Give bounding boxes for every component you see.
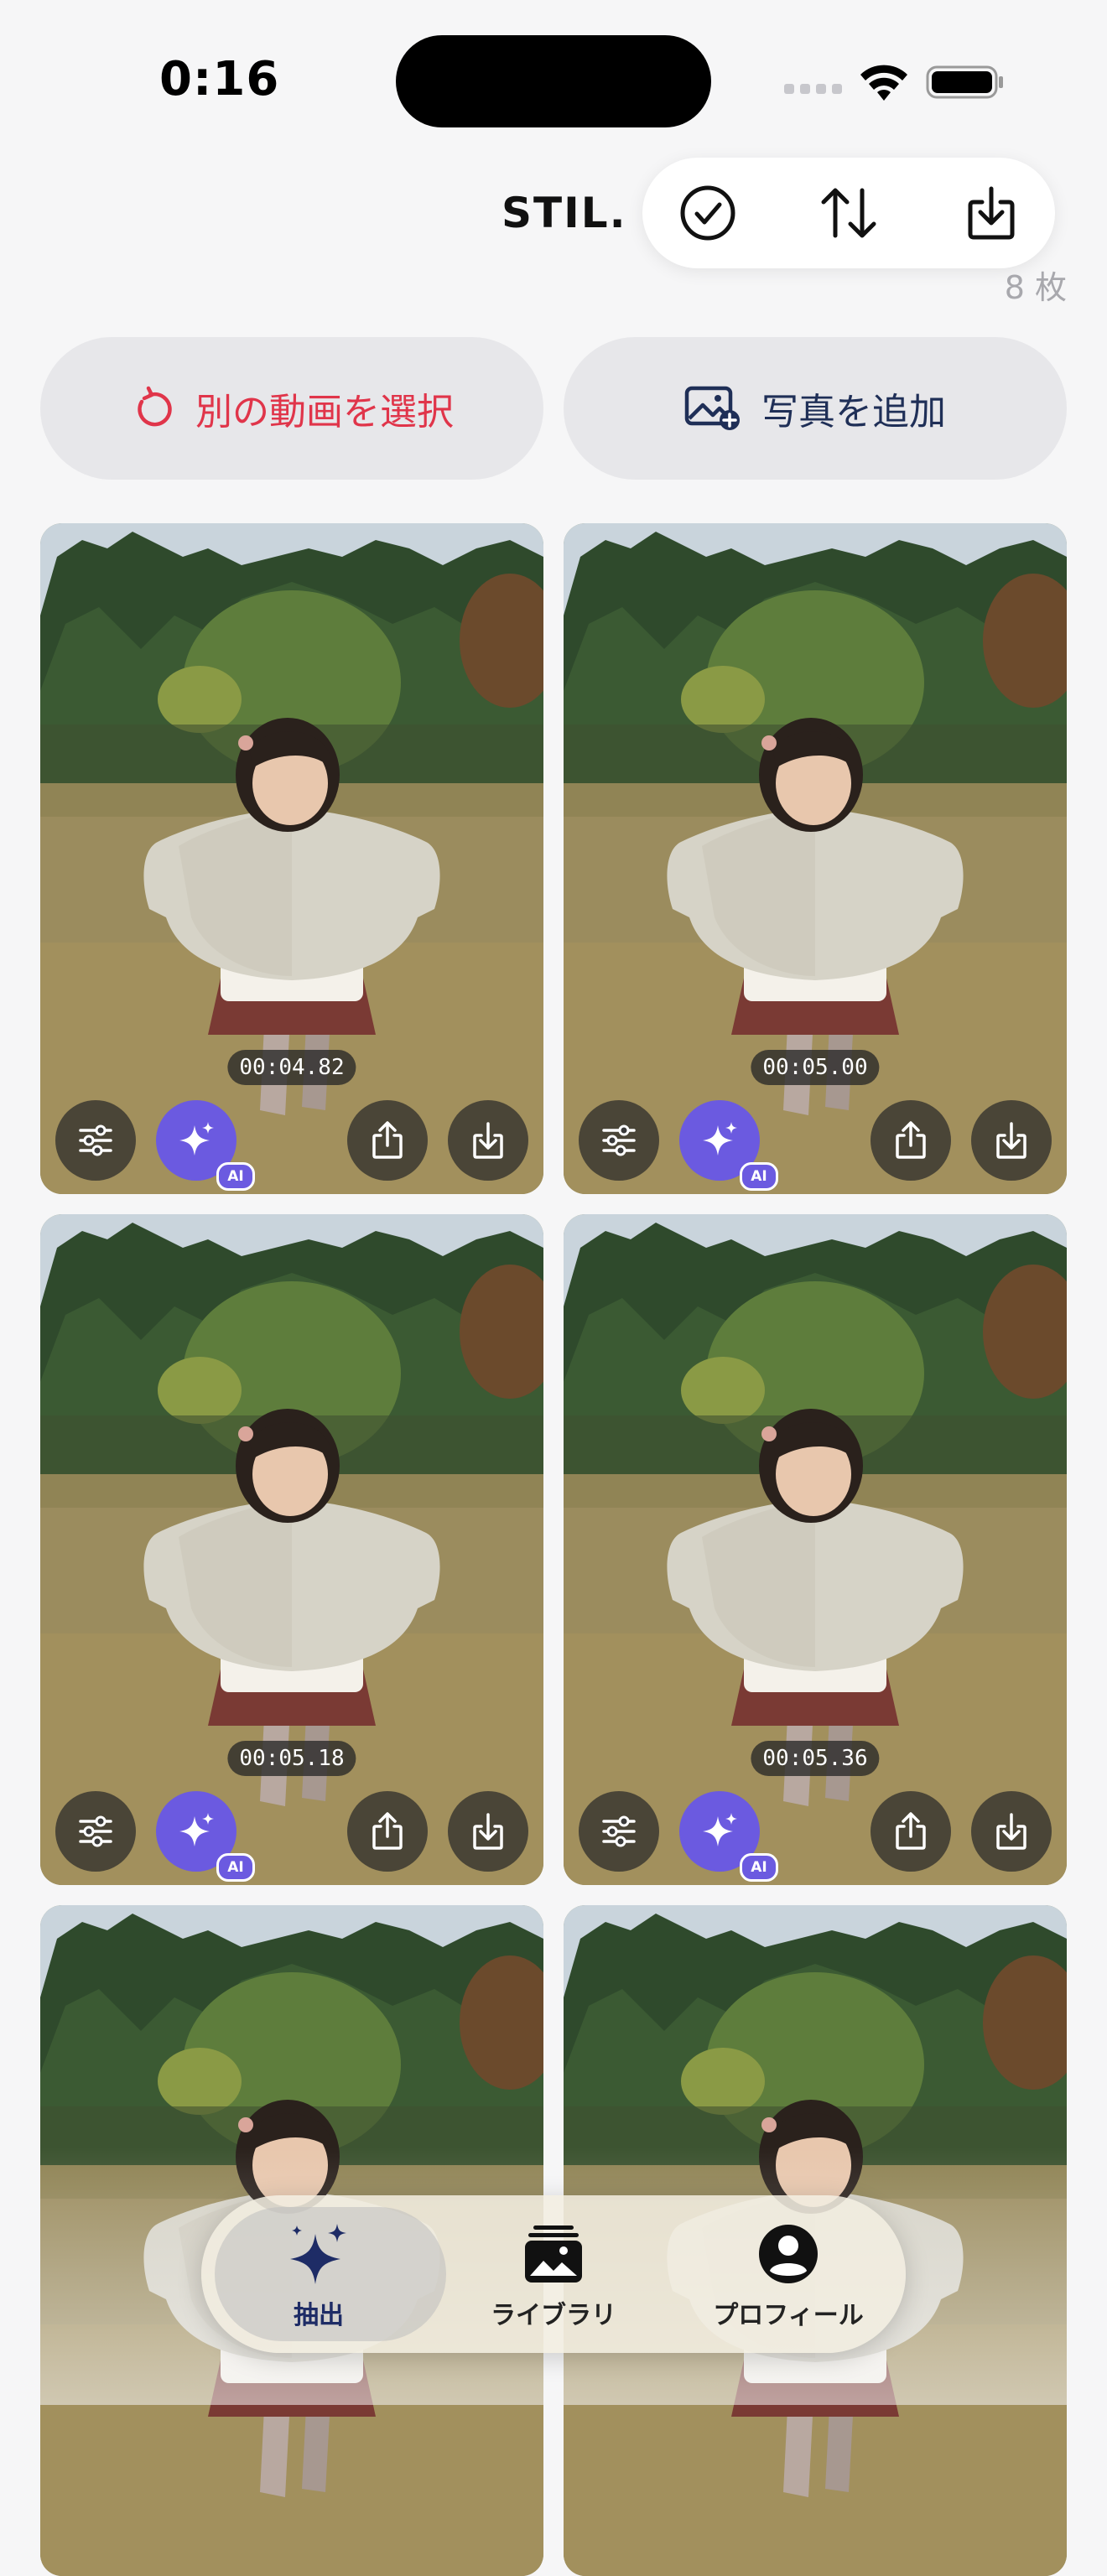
frame-photo: [40, 1214, 543, 1885]
share-button[interactable]: [871, 1100, 951, 1181]
tab-extract[interactable]: 抽出: [201, 2195, 446, 2353]
cellular-signal-icon: [784, 84, 843, 96]
tab-extract-label: 抽出: [294, 2301, 344, 2330]
download-icon: [996, 1122, 1026, 1159]
sliders-icon: [602, 1124, 636, 1156]
sparkles-icon: [290, 2224, 346, 2284]
frame-timecode: 00:05.18: [227, 1741, 356, 1776]
share-button[interactable]: [347, 1100, 428, 1181]
select-other-video-label: 別の動画を選択: [195, 391, 454, 434]
save-button[interactable]: [448, 1791, 528, 1872]
adjust-button[interactable]: [55, 1100, 136, 1181]
photo-library-icon: [525, 2225, 582, 2283]
frame-photo: [564, 523, 1067, 1194]
sparkles-icon: [703, 1813, 737, 1846]
sparkles-icon: [179, 1122, 214, 1156]
share-button[interactable]: [347, 1791, 428, 1872]
tab-profile-label: プロフィール: [713, 2301, 864, 2330]
share-icon: [372, 1812, 403, 1850]
photo-add-icon: [684, 386, 740, 430]
add-photo-button[interactable]: 写真を追加: [564, 337, 1067, 480]
sparkles-icon: [179, 1813, 214, 1846]
frame-photo: [564, 1214, 1067, 1885]
save-button[interactable]: [971, 1791, 1052, 1872]
adjust-button[interactable]: [55, 1791, 136, 1872]
download-icon: [473, 1122, 503, 1159]
frame-card[interactable]: 00:04.82 AI: [40, 523, 543, 1194]
sliders-icon: [79, 1815, 112, 1847]
checkmark-circle-icon: [680, 185, 735, 241]
sort-arrows-icon: [821, 188, 876, 238]
add-photo-label: 写真を追加: [761, 391, 946, 434]
tab-profile[interactable]: プロフィール: [671, 2195, 906, 2353]
toolbar: [642, 158, 1055, 268]
download-tray-icon: [968, 186, 1015, 240]
header: STIL. 8 枚: [0, 151, 1107, 306]
save-all-button[interactable]: [958, 179, 1025, 247]
frame-card[interactable]: 00:05.36 AI: [564, 1214, 1067, 1885]
ai-badge: AI: [216, 1853, 255, 1882]
share-icon: [896, 1812, 926, 1850]
status-bar: 0:16: [0, 0, 1107, 159]
app-title: STIL.: [502, 189, 627, 237]
ai-badge: AI: [740, 1162, 778, 1191]
person-circle-icon: [759, 2225, 818, 2283]
tab-library-label: ライブラリ: [491, 2301, 616, 2330]
download-icon: [473, 1813, 503, 1850]
frame-card[interactable]: 00:05.18 AI: [40, 1214, 543, 1885]
frame-timecode: 00:05.00: [751, 1050, 880, 1085]
wifi-icon: [860, 65, 907, 101]
frame-timecode: 00:04.82: [227, 1050, 356, 1085]
adjust-button[interactable]: [579, 1791, 659, 1872]
tab-bar: 抽出 ライブラリ プロフィール: [201, 2195, 906, 2353]
adjust-button[interactable]: [579, 1100, 659, 1181]
ai-badge: AI: [216, 1162, 255, 1191]
sparkles-icon: [703, 1122, 737, 1156]
battery-icon: [926, 65, 1003, 99]
save-button[interactable]: [971, 1100, 1052, 1181]
select-button[interactable]: [674, 179, 741, 247]
frame-photo: [40, 523, 543, 1194]
dynamic-island: [396, 35, 711, 127]
select-other-video-button[interactable]: 別の動画を選択: [40, 337, 543, 480]
download-icon: [996, 1813, 1026, 1850]
ai-badge: AI: [740, 1853, 778, 1882]
frame-card[interactable]: 00:05.00 AI: [564, 523, 1067, 1194]
sort-button[interactable]: [815, 179, 882, 247]
status-time: 0:16: [159, 52, 280, 106]
sliders-icon: [79, 1124, 112, 1156]
share-button[interactable]: [871, 1791, 951, 1872]
sliders-icon: [602, 1815, 636, 1847]
share-icon: [372, 1121, 403, 1159]
tab-library[interactable]: ライブラリ: [436, 2195, 671, 2353]
frame-count: 8 枚: [1004, 269, 1067, 306]
rotate-arrow-icon: [138, 386, 172, 427]
frame-timecode: 00:05.36: [751, 1741, 880, 1776]
save-button[interactable]: [448, 1100, 528, 1181]
share-icon: [896, 1121, 926, 1159]
